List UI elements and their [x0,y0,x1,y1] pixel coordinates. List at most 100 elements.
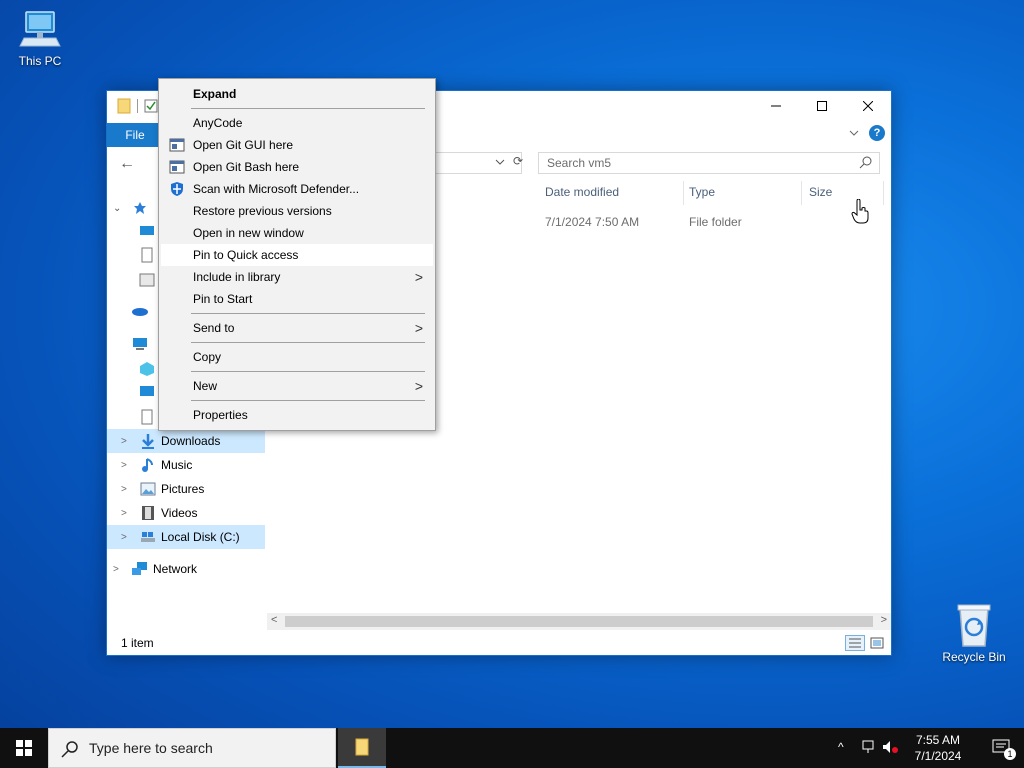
help-button[interactable]: ? [869,125,885,141]
system-tray: ^ 7:55 AM 7/1/2024 1 [834,728,1024,768]
menu-item-open-new-window[interactable]: Open in new window [161,222,433,244]
windows-logo-icon [16,740,32,756]
menu-item-expand[interactable]: Expand [161,83,433,105]
sidebar-item-music[interactable]: > Music [107,453,265,477]
column-divider[interactable] [801,181,802,205]
row-type[interactable]: File folder [689,215,742,229]
clock[interactable]: 7:55 AM 7/1/2024 [908,732,968,764]
folder-icon [117,98,131,114]
chevron-right-icon[interactable]: > [113,564,119,575]
chevron-up-icon[interactable]: ^ [838,740,844,754]
defender-icon [171,182,183,196]
menu-item-label: Pin to Quick access [193,248,299,262]
quick-access-chevron-icon[interactable]: ⌄ [113,203,121,214]
git-gui-icon [169,138,185,152]
menu-item-pin-quick-access[interactable]: Pin to Quick access [161,244,433,266]
date: 7/1/2024 [914,749,962,763]
scrollbar-thumb[interactable] [285,616,873,627]
desktop-icon-recycle-bin[interactable]: Recycle Bin [936,602,1012,664]
menu-item-send-to[interactable]: Send to > [161,317,433,339]
menu-item-label: Properties [193,408,248,422]
3d-objects-icon [140,362,154,376]
chevron-down-icon[interactable] [849,129,859,137]
sidebar-item-local-disk[interactable]: > Local Disk (C:) [107,525,265,549]
menu-item-new[interactable]: New > [161,375,433,397]
menu-item-open-git-bash[interactable]: Open Git Bash here [161,156,433,178]
menu-item-label: Copy [193,350,222,364]
context-menu: Expand AnyCode Open Git GUI here Open Gi… [158,78,436,431]
address-bar[interactable] [432,152,522,174]
menu-item-label: Pin to Start [193,292,253,306]
sidebar-item-videos[interactable]: > Videos [107,501,265,525]
git-bash-icon [169,160,185,174]
large-icons-view-button[interactable] [867,635,887,651]
sidebar-item-pictures[interactable]: > Pictures [107,477,265,501]
local-disk-icon [139,528,157,546]
refresh-icon[interactable]: ⟳ [510,154,526,170]
properties-icon[interactable] [144,99,158,113]
sidebar-item-network[interactable]: > Network [107,557,265,581]
menu-item-include-in-library[interactable]: Include in library > [161,266,433,288]
maximize-button[interactable] [799,91,845,121]
menu-item-label: Send to [193,321,235,335]
file-explorer-icon [355,738,369,756]
time: 7:55 AM [915,733,961,747]
chevron-right-icon[interactable]: > [121,484,127,495]
tab-file[interactable]: File [107,123,163,147]
column-header-size[interactable]: Size [803,177,883,207]
menu-item-properties[interactable]: Properties [161,404,433,426]
menu-item-pin-to-start[interactable]: Pin to Start [161,288,433,310]
taskbar-app-file-explorer[interactable] [338,728,386,768]
notification-badge: 1 [1004,748,1016,760]
maximize-icon [817,101,827,111]
back-arrow-icon[interactable]: ← [119,155,135,173]
desktop-icon [140,386,154,396]
menu-item-copy[interactable]: Copy [161,346,433,368]
start-button[interactable] [0,728,48,768]
sidebar-item-downloads[interactable]: > Downloads [107,429,265,453]
minimize-button[interactable] [753,91,799,121]
scroll-left-arrow-icon[interactable]: < [271,614,277,626]
videos-icon [139,504,157,522]
menu-item-label: Open Git GUI here [193,138,294,152]
chevron-right-icon[interactable]: > [121,532,127,543]
menu-item-label: Scan with Microsoft Defender... [193,182,360,196]
menu-item-restore-previous-versions[interactable]: Restore previous versions [161,200,433,222]
chevron-down-icon[interactable] [495,158,505,166]
menu-item-anycode[interactable]: AnyCode [161,112,433,134]
title-divider [137,99,138,113]
network-status-icon[interactable] [862,740,878,754]
horizontal-scrollbar[interactable]: < > [267,613,891,630]
details-view-button[interactable] [845,635,865,651]
network-icon [131,560,149,578]
submenu-arrow-icon: > [414,378,423,394]
onedrive-icon [132,308,148,316]
close-button[interactable] [845,91,891,121]
menu-item-label: Restore previous versions [193,204,332,218]
column-header-date-modified[interactable]: Date modified [539,177,683,207]
document-icon [141,247,153,263]
notification-center-button[interactable]: 1 [992,738,1016,760]
menu-separator [191,342,425,343]
taskbar-search-box[interactable]: Type here to search [48,728,336,768]
menu-item-open-git-gui[interactable]: Open Git GUI here [161,134,433,156]
chevron-right-icon[interactable]: > [121,460,127,471]
sidebar-item-label: Network [153,562,198,576]
column-divider[interactable] [883,181,884,205]
menu-item-label: Open in new window [193,226,304,240]
column-header-type[interactable]: Type [683,177,801,207]
menu-item-label: Include in library [193,270,281,284]
chevron-right-icon[interactable]: > [121,508,127,519]
status-bar: 1 item [107,631,891,655]
volume-muted-icon[interactable] [882,740,898,754]
close-icon [863,101,873,111]
search-input[interactable]: Search vm5 [538,152,880,174]
scroll-right-arrow-icon[interactable]: > [881,614,887,626]
chevron-right-icon[interactable]: > [121,436,127,447]
menu-item-label: Open Git Bash here [193,160,300,174]
recycle-bin-icon [957,604,991,647]
desktop-icon-this-pc[interactable]: This PC [2,8,78,68]
desktop-icon [140,226,154,235]
menu-item-scan-defender[interactable]: Scan with Microsoft Defender... [161,178,433,200]
row-date-modified[interactable]: 7/1/2024 7:50 AM [545,215,639,229]
